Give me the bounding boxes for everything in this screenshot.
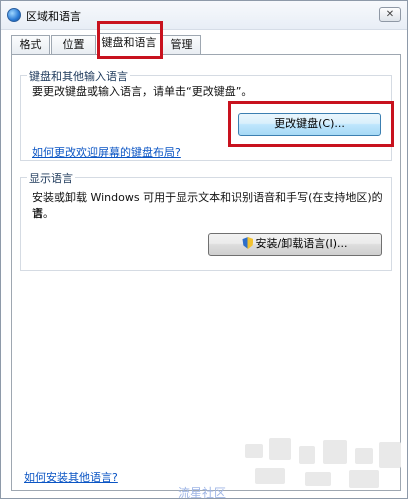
display-language-group: 显示语言 安装或卸载 Windows 可用于显示文本和识别语音和手写(在支持地区…: [20, 170, 392, 271]
tab-formats[interactable]: 格式: [11, 35, 50, 54]
uac-shield-icon: [242, 237, 254, 249]
close-icon: ✕: [385, 9, 395, 20]
tab-location[interactable]: 位置: [51, 35, 96, 54]
change-button-highlight-box: [228, 101, 394, 147]
display-description-line2: 言。: [32, 207, 54, 220]
watermark-text: 流星社区: [178, 486, 227, 500]
install-other-languages-link[interactable]: 如何安装其他语言?: [24, 469, 118, 485]
tab-strip: 格式 位置 键盘和语言 管理: [11, 33, 401, 56]
title-bar: 区域和语言 ✕: [1, 1, 407, 30]
welcome-screen-keyboard-link[interactable]: 如何更改欢迎屏幕的键盘布局?: [32, 144, 181, 160]
install-button-label: 安装/卸载语言(I)...: [255, 237, 348, 250]
display-description-line1: 安装或卸载 Windows 可用于显示文本和识别语音和手写(在支持地区)的语: [32, 191, 383, 220]
tab-administrative[interactable]: 管理: [162, 35, 201, 54]
display-group-title: 显示语言: [27, 170, 75, 186]
close-button[interactable]: ✕: [379, 7, 401, 22]
tab-panel: 键盘和其他输入语言 要更改键盘或输入语言，请单击“更改键盘”。 更改键盘(C).…: [11, 54, 401, 491]
install-uninstall-languages-button[interactable]: 安装/卸载语言(I)...: [208, 233, 382, 256]
keyboard-description: 要更改键盘或输入语言，请单击“更改键盘”。: [32, 85, 253, 98]
tab-highlight-box: [97, 21, 163, 59]
region-language-dialog: 区域和语言 ✕ 格式 位置 键盘和语言 管理 键盘和其他输入语言 要更改键盘或输…: [0, 0, 408, 499]
globe-icon: [7, 8, 21, 22]
keyboard-group-title: 键盘和其他输入语言: [27, 68, 130, 84]
window-title: 区域和语言: [26, 10, 81, 23]
